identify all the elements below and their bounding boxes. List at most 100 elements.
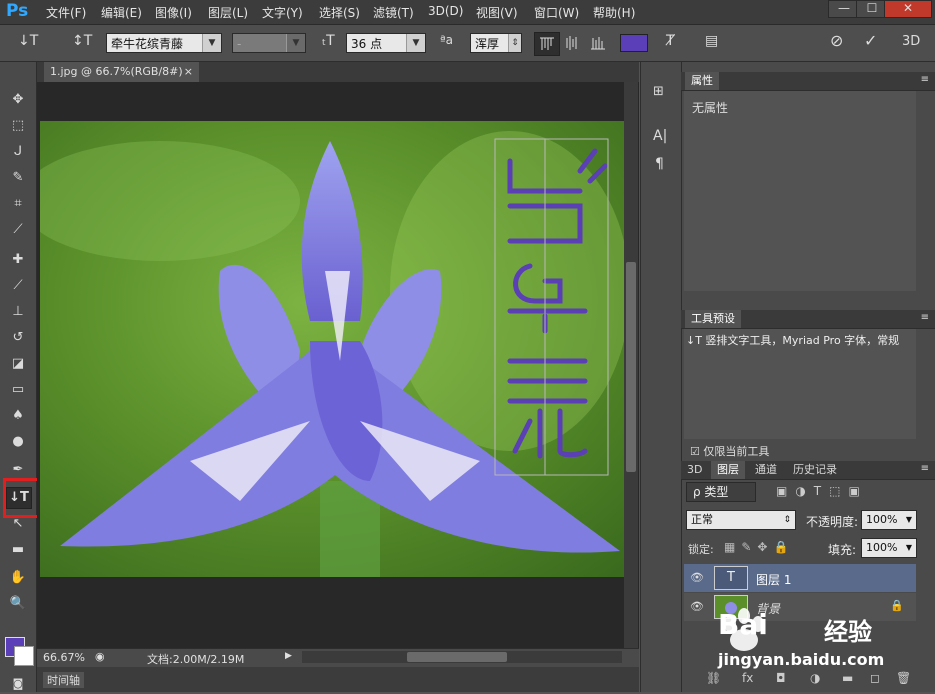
chevron-down-icon: ▼ xyxy=(202,34,221,52)
current-tool-only-checkbox[interactable]: ☑ 仅限当前工具 xyxy=(690,443,769,459)
font-size-select[interactable]: 36 点 ▼ xyxy=(346,33,426,53)
scroll-thumb[interactable] xyxy=(626,262,636,472)
quick-select-tool-icon[interactable]: ✎ xyxy=(6,168,30,188)
align-center-button[interactable] xyxy=(560,32,584,54)
timeline-tab[interactable]: 时间轴 xyxy=(43,672,84,688)
paragraph-icon[interactable]: ¶ xyxy=(655,156,664,172)
menu-edit[interactable]: 编辑(E) xyxy=(101,4,142,21)
lasso-tool-icon[interactable]: ᒍ xyxy=(6,142,30,162)
dodge-tool-icon[interactable]: ● xyxy=(6,432,30,452)
menu-image[interactable]: 图像(I) xyxy=(155,4,192,21)
zoom-tool-icon[interactable]: 🔍 xyxy=(6,594,30,614)
text-orientation-icon[interactable]: ↕T xyxy=(72,33,92,49)
tab-properties[interactable]: 属性 xyxy=(685,72,719,90)
lock-icons[interactable]: ▦✎✥🔒 xyxy=(724,540,794,554)
watermark-brand: Bai xyxy=(718,608,768,641)
blend-mode-select[interactable]: 正常 ⇕ xyxy=(686,510,796,530)
clone-stamp-tool-icon[interactable]: ⊥ xyxy=(6,302,30,322)
tab-layers[interactable]: 图层 xyxy=(711,461,745,479)
current-tool-only-label: 仅限当前工具 xyxy=(703,445,770,458)
visibility-eye-icon[interactable]: 👁 xyxy=(690,600,704,613)
tab-3d[interactable]: 3D xyxy=(681,461,708,479)
rectangle-tool-icon[interactable]: ▬ xyxy=(6,540,30,560)
path-select-tool-icon[interactable]: ↖ xyxy=(6,514,30,534)
menu-layer[interactable]: 图层(L) xyxy=(208,4,248,21)
tab-channels[interactable]: 通道 xyxy=(749,461,783,479)
menu-filter[interactable]: 滤镜(T) xyxy=(373,4,414,21)
scroll-thumb[interactable] xyxy=(407,652,507,662)
horizontal-scrollbar[interactable] xyxy=(302,651,622,663)
menu-type[interactable]: 文字(Y) xyxy=(262,4,303,21)
cancel-icon[interactable]: ⊘ xyxy=(830,31,843,50)
antialias-select[interactable]: 浑厚 ⇕ xyxy=(470,33,522,53)
marquee-tool-icon[interactable]: ⬚ xyxy=(6,116,30,136)
layer-row-1[interactable]: 👁 T 图层 1 xyxy=(684,564,916,592)
crop-tool-icon[interactable]: ⌗ xyxy=(6,194,30,214)
panel-menu-icon[interactable]: ≡ xyxy=(921,74,929,85)
menu-view[interactable]: 视图(V) xyxy=(476,4,518,21)
panel-menu-icon[interactable]: ≡ xyxy=(921,312,929,323)
status-arrow-icon[interactable]: ▶ xyxy=(285,651,292,661)
fill-value: 100% xyxy=(866,541,898,554)
vertical-type-tool-icon[interactable]: ↓T xyxy=(18,33,38,49)
menu-3d[interactable]: 3D(D) xyxy=(428,4,463,18)
image-canvas[interactable] xyxy=(40,121,624,577)
menu-select[interactable]: 选择(S) xyxy=(319,4,360,21)
font-style-select[interactable]: - ▼ xyxy=(232,33,306,53)
vertical-scrollbar[interactable] xyxy=(624,82,638,648)
move-tool-icon[interactable]: ✥ xyxy=(6,90,30,110)
visibility-eye-icon[interactable]: 👁 xyxy=(690,571,704,584)
fill-input[interactable]: 100% ▼ xyxy=(861,538,917,558)
3d-button[interactable]: 3D xyxy=(902,34,920,49)
menu-help[interactable]: 帮助(H) xyxy=(593,4,635,21)
quick-mask-icon[interactable]: ◙ xyxy=(6,674,30,694)
align-bottom-button[interactable] xyxy=(586,32,610,54)
close-tab-icon[interactable]: × xyxy=(184,62,193,82)
opacity-value: 100% xyxy=(866,513,898,526)
align-top-button[interactable] xyxy=(534,32,560,56)
tab-tool-presets[interactable]: 工具预设 xyxy=(685,310,741,328)
layers-tab-row: 3D 图层 通道 历史记录 ≡ xyxy=(681,461,935,480)
character-panel-icon[interactable]: ▤ xyxy=(705,33,718,49)
font-family-select[interactable]: 牵牛花缤青藤 ▼ xyxy=(106,33,222,53)
healing-brush-tool-icon[interactable]: ✚ xyxy=(6,250,30,270)
status-bar: 66.67% ◉ 文档:2.00M/2.19M ▶ xyxy=(37,648,639,667)
zoom-level[interactable]: 66.67% xyxy=(43,651,85,664)
tab-history[interactable]: 历史记录 xyxy=(787,461,843,479)
history-icon[interactable]: ⊞ xyxy=(653,84,664,99)
chevron-updown-icon: ⇕ xyxy=(783,515,791,525)
eyedropper-tool-icon[interactable]: ⟋ xyxy=(6,220,30,240)
menu-file[interactable]: 文件(F) xyxy=(46,4,86,21)
hand-tool-icon[interactable]: ✋ xyxy=(6,568,30,588)
font-style-value: - xyxy=(237,37,242,51)
blur-tool-icon[interactable]: ♠ xyxy=(6,406,30,426)
layer-filter-select[interactable]: ρ 类型 xyxy=(686,482,756,502)
gradient-tool-icon[interactable]: ▭ xyxy=(6,380,30,400)
opacity-input[interactable]: 100% ▼ xyxy=(861,510,917,530)
pen-tool-icon[interactable]: ✒ xyxy=(6,460,30,480)
vertical-type-tool-icon[interactable]: ↓T xyxy=(6,487,32,509)
checkbox-checked-icon: ☑ xyxy=(690,445,700,458)
panel-menu-icon[interactable]: ≡ xyxy=(921,463,929,474)
watermark-brand-2: 经验 xyxy=(824,618,872,646)
chevron-down-icon: ▼ xyxy=(905,543,912,552)
chevron-down-icon: ▼ xyxy=(905,515,912,524)
menu-window[interactable]: 窗口(W) xyxy=(534,4,579,21)
warp-text-icon[interactable]: Ⱦ xyxy=(666,33,675,49)
text-layer-thumbnail: T xyxy=(714,566,748,590)
character-icon[interactable]: A| xyxy=(653,128,667,144)
background-color-swatch[interactable] xyxy=(14,646,34,666)
properties-panel: 无属性 xyxy=(684,91,916,291)
history-brush-tool-icon[interactable]: ↺ xyxy=(6,328,30,348)
tool-preset-item[interactable]: ↓T 竖排文字工具，Myriad Pro 字体，常规 xyxy=(686,332,899,348)
status-icon[interactable]: ◉ xyxy=(95,650,105,663)
document-tab[interactable]: 1.jpg @ 66.7%(RGB/8#) × xyxy=(44,62,199,82)
layer-name[interactable]: 图层 1 xyxy=(756,571,791,588)
eraser-tool-icon[interactable]: ◪ xyxy=(6,354,30,374)
commit-check-icon[interactable]: ✓ xyxy=(864,31,877,50)
brush-tool-icon[interactable]: ⟋ xyxy=(6,276,30,296)
text-color-swatch[interactable] xyxy=(620,34,648,52)
close-button[interactable]: ✕ xyxy=(884,0,932,18)
document-tab-title: 1.jpg @ 66.7%(RGB/8#) xyxy=(50,65,183,78)
filter-icons[interactable]: ▣◑T⬚▣ xyxy=(776,484,868,498)
